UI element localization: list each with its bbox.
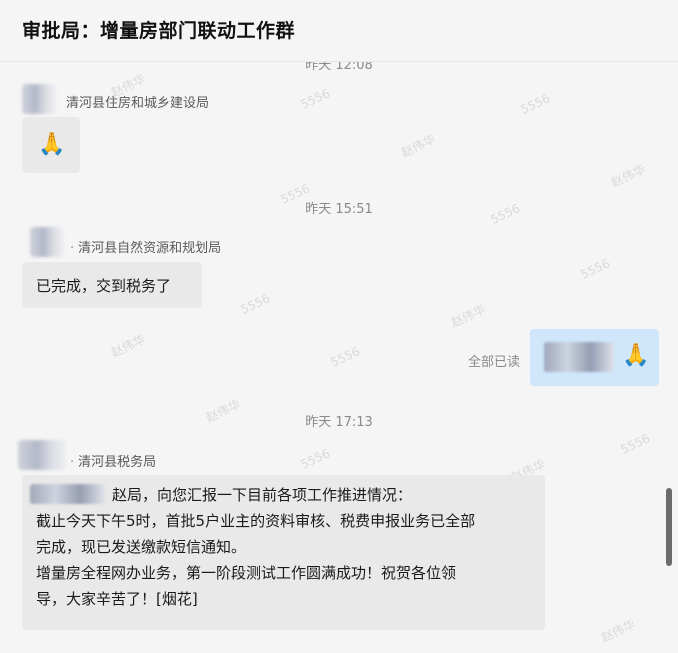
watermark: 赵伟华 [398, 131, 438, 160]
watermark: 赵伟华 [608, 161, 648, 190]
chat-header: 审批局：增量房部门联动工作群 [0, 0, 678, 62]
timestamp: 昨天 12:08 [305, 62, 373, 73]
message-bubble[interactable]: 赵局，向您汇报一下目前各项工作推进情况： 截止今天下午5时，首批5户业主的资料审… [22, 475, 545, 630]
message-line: 截止今天下午5时，首批5户业主的资料审核、税费申报业务已全部 [36, 512, 476, 530]
chat-window: 审批局：增量房部门联动工作群 赵伟华 5556 5556 赵伟华 赵伟华 555… [0, 0, 678, 653]
message-bubble[interactable]: 已完成，交到税务了 [22, 262, 202, 308]
watermark: 赵伟华 [448, 301, 488, 330]
sender-name: · 清河县自然资源和规划局 [70, 241, 222, 256]
timestamp: 昨天 17:13 [305, 415, 373, 430]
message-line: 赵局，向您汇报一下目前各项工作推进情况： [112, 486, 413, 504]
watermark: 5556 [238, 291, 273, 317]
avatar[interactable] [18, 440, 66, 470]
watermark: 赵伟华 [598, 616, 638, 645]
group-title: 审批局：增量房部门联动工作群 [22, 20, 296, 42]
message-line: 完成，现已发送缴款短信通知。 [36, 538, 247, 556]
avatar[interactable] [22, 84, 56, 114]
scrollbar-thumb[interactable] [666, 488, 672, 566]
folded-hands-icon: 🙏 [38, 132, 66, 157]
timestamp: 昨天 15:51 [305, 202, 373, 217]
blurred-content [544, 342, 614, 372]
watermark: 5556 [298, 86, 333, 112]
watermark: 5556 [618, 431, 653, 457]
self-message-bubble[interactable]: 🙏 [530, 329, 659, 386]
watermark: 5556 [328, 344, 363, 370]
message-line: 导，大家辛苦了！[烟花] [36, 590, 198, 608]
message-list[interactable]: 赵伟华 5556 5556 赵伟华 赵伟华 5556 5556 5556 555… [0, 62, 678, 653]
message-line: 增量房全程网办业务，第一阶段测试工作圆满成功！祝贺各位领 [36, 564, 457, 582]
message-text: 已完成，交到税务了 [36, 277, 172, 295]
message-bubble[interactable]: 🙏 [22, 117, 80, 173]
avatar[interactable] [30, 227, 64, 257]
sender-name: 清河县住房和城乡建设局 [66, 96, 210, 111]
read-status[interactable]: 全部已读 [468, 351, 520, 370]
watermark: 5556 [298, 446, 333, 472]
sender-name: · 清河县税务局 [70, 455, 157, 470]
folded-hands-icon: 🙏 [622, 343, 650, 368]
blurred-mention [30, 484, 105, 504]
watermark: 5556 [518, 91, 553, 117]
watermark: 5556 [578, 256, 613, 282]
watermark: 赵伟华 [108, 331, 148, 360]
